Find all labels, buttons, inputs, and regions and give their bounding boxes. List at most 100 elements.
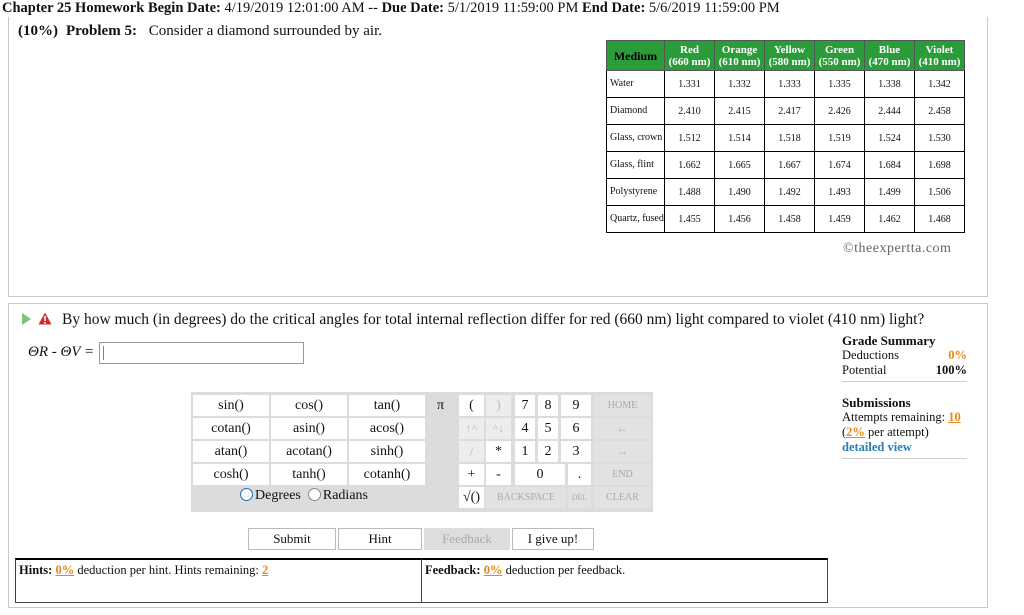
table-cell: 2.417 bbox=[764, 97, 815, 125]
angle-mode: Degrees Radians bbox=[240, 488, 368, 504]
cosh-button[interactable]: cosh() bbox=[193, 464, 269, 485]
key-7[interactable]: 7 bbox=[515, 395, 535, 416]
cotan-button[interactable]: cotan() bbox=[193, 418, 269, 439]
table-cell: 1.674 bbox=[814, 151, 865, 179]
key-0[interactable]: 0 bbox=[515, 464, 565, 485]
key-8[interactable]: 8 bbox=[538, 395, 558, 416]
feedback-deduction: 0% bbox=[483, 563, 503, 577]
down-arrow-button[interactable]: ^↓ bbox=[486, 418, 511, 439]
hints-info: Hints: 0% deduction per hint. Hints rema… bbox=[19, 563, 268, 578]
key-6[interactable]: 6 bbox=[561, 418, 591, 439]
table-cell: 1.342 bbox=[914, 70, 965, 98]
clear-button[interactable]: CLEAR bbox=[594, 487, 651, 508]
medium-cell: Polystyrene bbox=[606, 178, 665, 206]
tan-button[interactable]: tan() bbox=[349, 395, 425, 416]
give-up-button[interactable]: I give up! bbox=[512, 528, 594, 550]
table-cell: 1.490 bbox=[714, 178, 765, 206]
atan-button[interactable]: atan() bbox=[193, 441, 269, 462]
degrees-radio[interactable] bbox=[240, 488, 253, 501]
problem-number: Problem 5: bbox=[66, 23, 137, 39]
column-header-green: Green (550 nm) bbox=[814, 40, 865, 71]
table-cell: 1.488 bbox=[664, 178, 715, 206]
hints-label: Hints: bbox=[19, 563, 53, 577]
hint-deduction: 0% bbox=[55, 563, 75, 577]
table-header-row: Medium Red (660 nm) Orange (610 nm) Yellow… bbox=[606, 40, 965, 71]
key-1[interactable]: 1 bbox=[515, 441, 535, 462]
delete-button[interactable]: DEL bbox=[568, 487, 591, 508]
end-date: 5/6/2019 11:59:00 PM bbox=[648, 0, 780, 16]
medium-cell: Diamond bbox=[606, 97, 665, 125]
detailed-view-link[interactable]: detailed view bbox=[842, 440, 912, 454]
header-separator: -- bbox=[368, 0, 378, 16]
key-3[interactable]: 3 bbox=[561, 441, 591, 462]
table-cell: 2.458 bbox=[914, 97, 965, 125]
table-cell: 1.667 bbox=[764, 151, 815, 179]
answer-label: ΘR - ΘV = bbox=[28, 344, 95, 360]
submit-button[interactable]: Submit bbox=[248, 528, 336, 550]
column-header-yellow: Yellow (580 nm) bbox=[764, 40, 815, 71]
acos-button[interactable]: acos() bbox=[349, 418, 425, 439]
begin-date: 4/19/2019 12:01:00 AM bbox=[224, 0, 365, 16]
home-button[interactable]: HOME bbox=[594, 395, 651, 416]
medium-cell: Glass, flint bbox=[606, 151, 665, 179]
radians-label: Radians bbox=[322, 488, 368, 503]
potential-label: Potential bbox=[842, 363, 887, 377]
table-cell: 1.518 bbox=[764, 124, 815, 152]
refractive-index-table: Medium Red (660 nm) Orange (610 nm) Yellow… bbox=[606, 40, 965, 233]
left-arrow-button[interactable]: ← bbox=[594, 418, 651, 439]
cotanh-button[interactable]: cotanh() bbox=[349, 464, 425, 485]
asin-button[interactable]: asin() bbox=[271, 418, 347, 439]
expand-arrow-icon[interactable] bbox=[22, 313, 31, 325]
key-5[interactable]: 5 bbox=[538, 418, 558, 439]
table-cell: 1.684 bbox=[864, 151, 915, 179]
table-row: Glass, crown 1.512 1.514 1.518 1.519 1.5… bbox=[606, 124, 965, 152]
end-button[interactable]: END bbox=[594, 464, 651, 485]
minus-button[interactable]: - bbox=[486, 464, 511, 485]
decimal-button[interactable]: . bbox=[568, 464, 591, 485]
potential-value: 100% bbox=[935, 363, 967, 377]
deductions-label: Deductions bbox=[842, 348, 899, 362]
key-2[interactable]: 2 bbox=[538, 441, 558, 462]
column-header-orange: Orange (610 nm) bbox=[714, 40, 765, 71]
table-row: Quartz, fused 1.455 1.456 1.458 1.459 1.… bbox=[606, 205, 965, 233]
sin-button[interactable]: sin() bbox=[193, 395, 269, 416]
multiply-button[interactable]: * bbox=[486, 441, 511, 462]
close-paren-button[interactable]: ) bbox=[486, 395, 511, 416]
table-cell: 1.665 bbox=[714, 151, 765, 179]
radians-radio[interactable] bbox=[307, 488, 321, 501]
problem-weight: (10%) bbox=[18, 23, 58, 39]
cos-button[interactable]: cos() bbox=[271, 395, 347, 416]
table-row: Polystyrene 1.488 1.490 1.492 1.493 1.49… bbox=[606, 178, 965, 206]
tanh-button[interactable]: tanh() bbox=[271, 464, 347, 485]
feedback-button[interactable]: Feedback bbox=[424, 528, 510, 550]
hints-remaining: 2 bbox=[262, 563, 269, 577]
key-9[interactable]: 9 bbox=[561, 395, 591, 416]
due-date: 5/1/2019 11:59:00 PM bbox=[447, 0, 579, 16]
right-arrow-button[interactable]: → bbox=[594, 441, 651, 462]
backspace-button[interactable]: BACKSPACE bbox=[486, 487, 566, 508]
table-cell: 1.506 bbox=[914, 178, 965, 206]
table-cell: 1.462 bbox=[864, 205, 915, 233]
question-text: By how much (in degrees) do the critical… bbox=[62, 311, 925, 328]
medium-cell: Glass, crown bbox=[606, 124, 665, 152]
table-cell: 1.333 bbox=[764, 70, 815, 98]
sqrt-button[interactable]: √() bbox=[459, 487, 484, 508]
column-header-red: Red (660 nm) bbox=[664, 40, 715, 71]
answer-input[interactable] bbox=[99, 342, 304, 364]
pi-button[interactable]: π bbox=[428, 395, 453, 416]
table-cell: 2.444 bbox=[864, 97, 915, 125]
open-paren-button[interactable]: ( bbox=[459, 395, 484, 416]
plus-button[interactable]: + bbox=[459, 464, 484, 485]
key-4[interactable]: 4 bbox=[515, 418, 535, 439]
divide-button[interactable]: / bbox=[459, 441, 484, 462]
acotan-button[interactable]: acotan() bbox=[271, 441, 347, 462]
up-arrow-button[interactable]: ↑^ bbox=[459, 418, 484, 439]
sinh-button[interactable]: sinh() bbox=[349, 441, 425, 462]
table-cell: 2.415 bbox=[714, 97, 765, 125]
deductions-value: 0% bbox=[948, 348, 967, 362]
table-cell: 2.426 bbox=[814, 97, 865, 125]
hint-button[interactable]: Hint bbox=[338, 528, 422, 550]
table-cell: 1.332 bbox=[714, 70, 765, 98]
table-cell: 1.698 bbox=[914, 151, 965, 179]
copyright-notice: ©theexpertta.com bbox=[843, 241, 952, 256]
